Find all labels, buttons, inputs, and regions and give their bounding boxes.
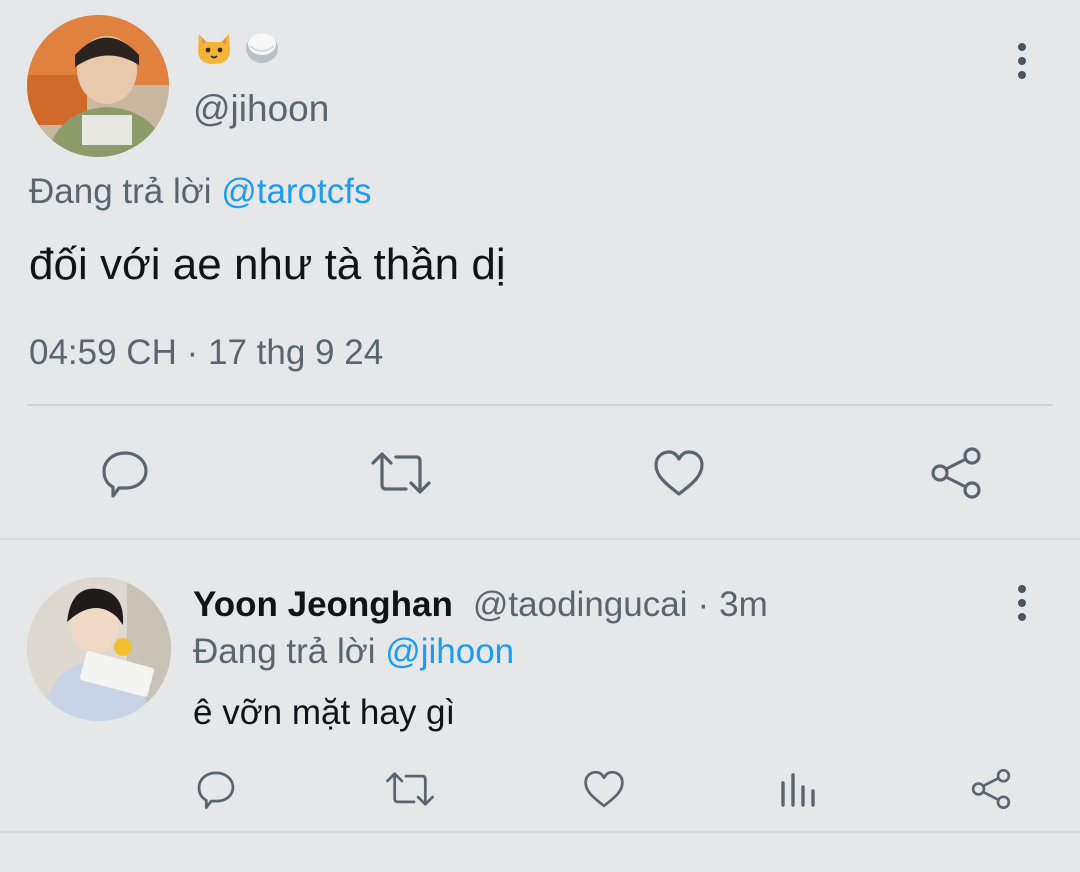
reply-analytics-button[interactable] bbox=[774, 766, 820, 812]
dot bbox=[1018, 585, 1026, 593]
divider bbox=[0, 831, 1080, 833]
dot bbox=[1018, 613, 1026, 621]
tweet-text: đối với ae như tà thần dị bbox=[29, 240, 506, 289]
reply-retweet-button[interactable] bbox=[384, 766, 436, 812]
analytics-icon bbox=[781, 773, 815, 807]
like-icon bbox=[584, 770, 624, 808]
divider bbox=[27, 404, 1053, 406]
reply-like-button[interactable] bbox=[580, 766, 628, 812]
dot bbox=[1018, 71, 1026, 79]
like-icon bbox=[654, 450, 704, 496]
divider bbox=[0, 538, 1080, 540]
replying-to-line: Đang trả lời @jihoon bbox=[193, 632, 514, 672]
reply-button[interactable] bbox=[96, 444, 154, 502]
retweet-button[interactable] bbox=[370, 444, 432, 502]
tweet-date: 17 thg 9 24 bbox=[208, 333, 384, 372]
reply-share-button[interactable] bbox=[968, 766, 1014, 812]
dot bbox=[1018, 599, 1026, 607]
dot bbox=[1018, 57, 1026, 65]
replying-to-mention[interactable]: @jihoon bbox=[385, 632, 514, 671]
meta-separator: · bbox=[697, 585, 710, 624]
reply-age: 3m bbox=[719, 585, 768, 624]
more-options-button[interactable] bbox=[1017, 585, 1027, 621]
tweet-time: 04:59 CH bbox=[29, 333, 177, 372]
like-button[interactable] bbox=[650, 444, 708, 502]
share-button[interactable] bbox=[927, 444, 985, 502]
dot bbox=[1018, 43, 1026, 51]
reply-reply-button[interactable] bbox=[192, 766, 240, 812]
avatar-photo bbox=[27, 15, 169, 157]
reply-author-handle[interactable]: @taodingucai bbox=[473, 585, 688, 625]
reply-author-name[interactable]: Yoon Jeonghan bbox=[193, 585, 453, 625]
retweet-icon bbox=[371, 452, 431, 494]
cat-face-icon bbox=[198, 34, 230, 64]
avatar-yoon-jeonghan[interactable] bbox=[27, 577, 171, 721]
share-icon bbox=[971, 769, 1011, 809]
reply-icon bbox=[197, 771, 235, 809]
replying-to-line: Đang trả lời @tarotcfs bbox=[29, 172, 372, 212]
replying-to-mention[interactable]: @tarotcfs bbox=[221, 172, 371, 211]
tweet-timestamp: 04:59 CH · 17 thg 9 24 bbox=[29, 333, 383, 373]
retweet-icon bbox=[386, 772, 434, 806]
author-handle[interactable]: @jihoon bbox=[193, 88, 329, 130]
replying-prefix: Đang trả lời bbox=[193, 632, 376, 671]
display-name-emojis bbox=[193, 26, 283, 68]
reply-icon bbox=[102, 451, 148, 498]
reply-header: Yoon Jeonghan @taodingucai · 3m bbox=[193, 585, 768, 625]
reply-text: ê vỡn mặt hay gì bbox=[193, 693, 456, 732]
replying-prefix: Đang trả lời bbox=[29, 172, 212, 211]
avatar-photo bbox=[27, 577, 171, 721]
rice-bowl-icon bbox=[246, 33, 278, 63]
meta-separator: · bbox=[186, 333, 199, 372]
more-options-button[interactable] bbox=[1017, 43, 1027, 79]
avatar-jihoon[interactable] bbox=[27, 15, 169, 157]
share-icon bbox=[931, 447, 981, 499]
